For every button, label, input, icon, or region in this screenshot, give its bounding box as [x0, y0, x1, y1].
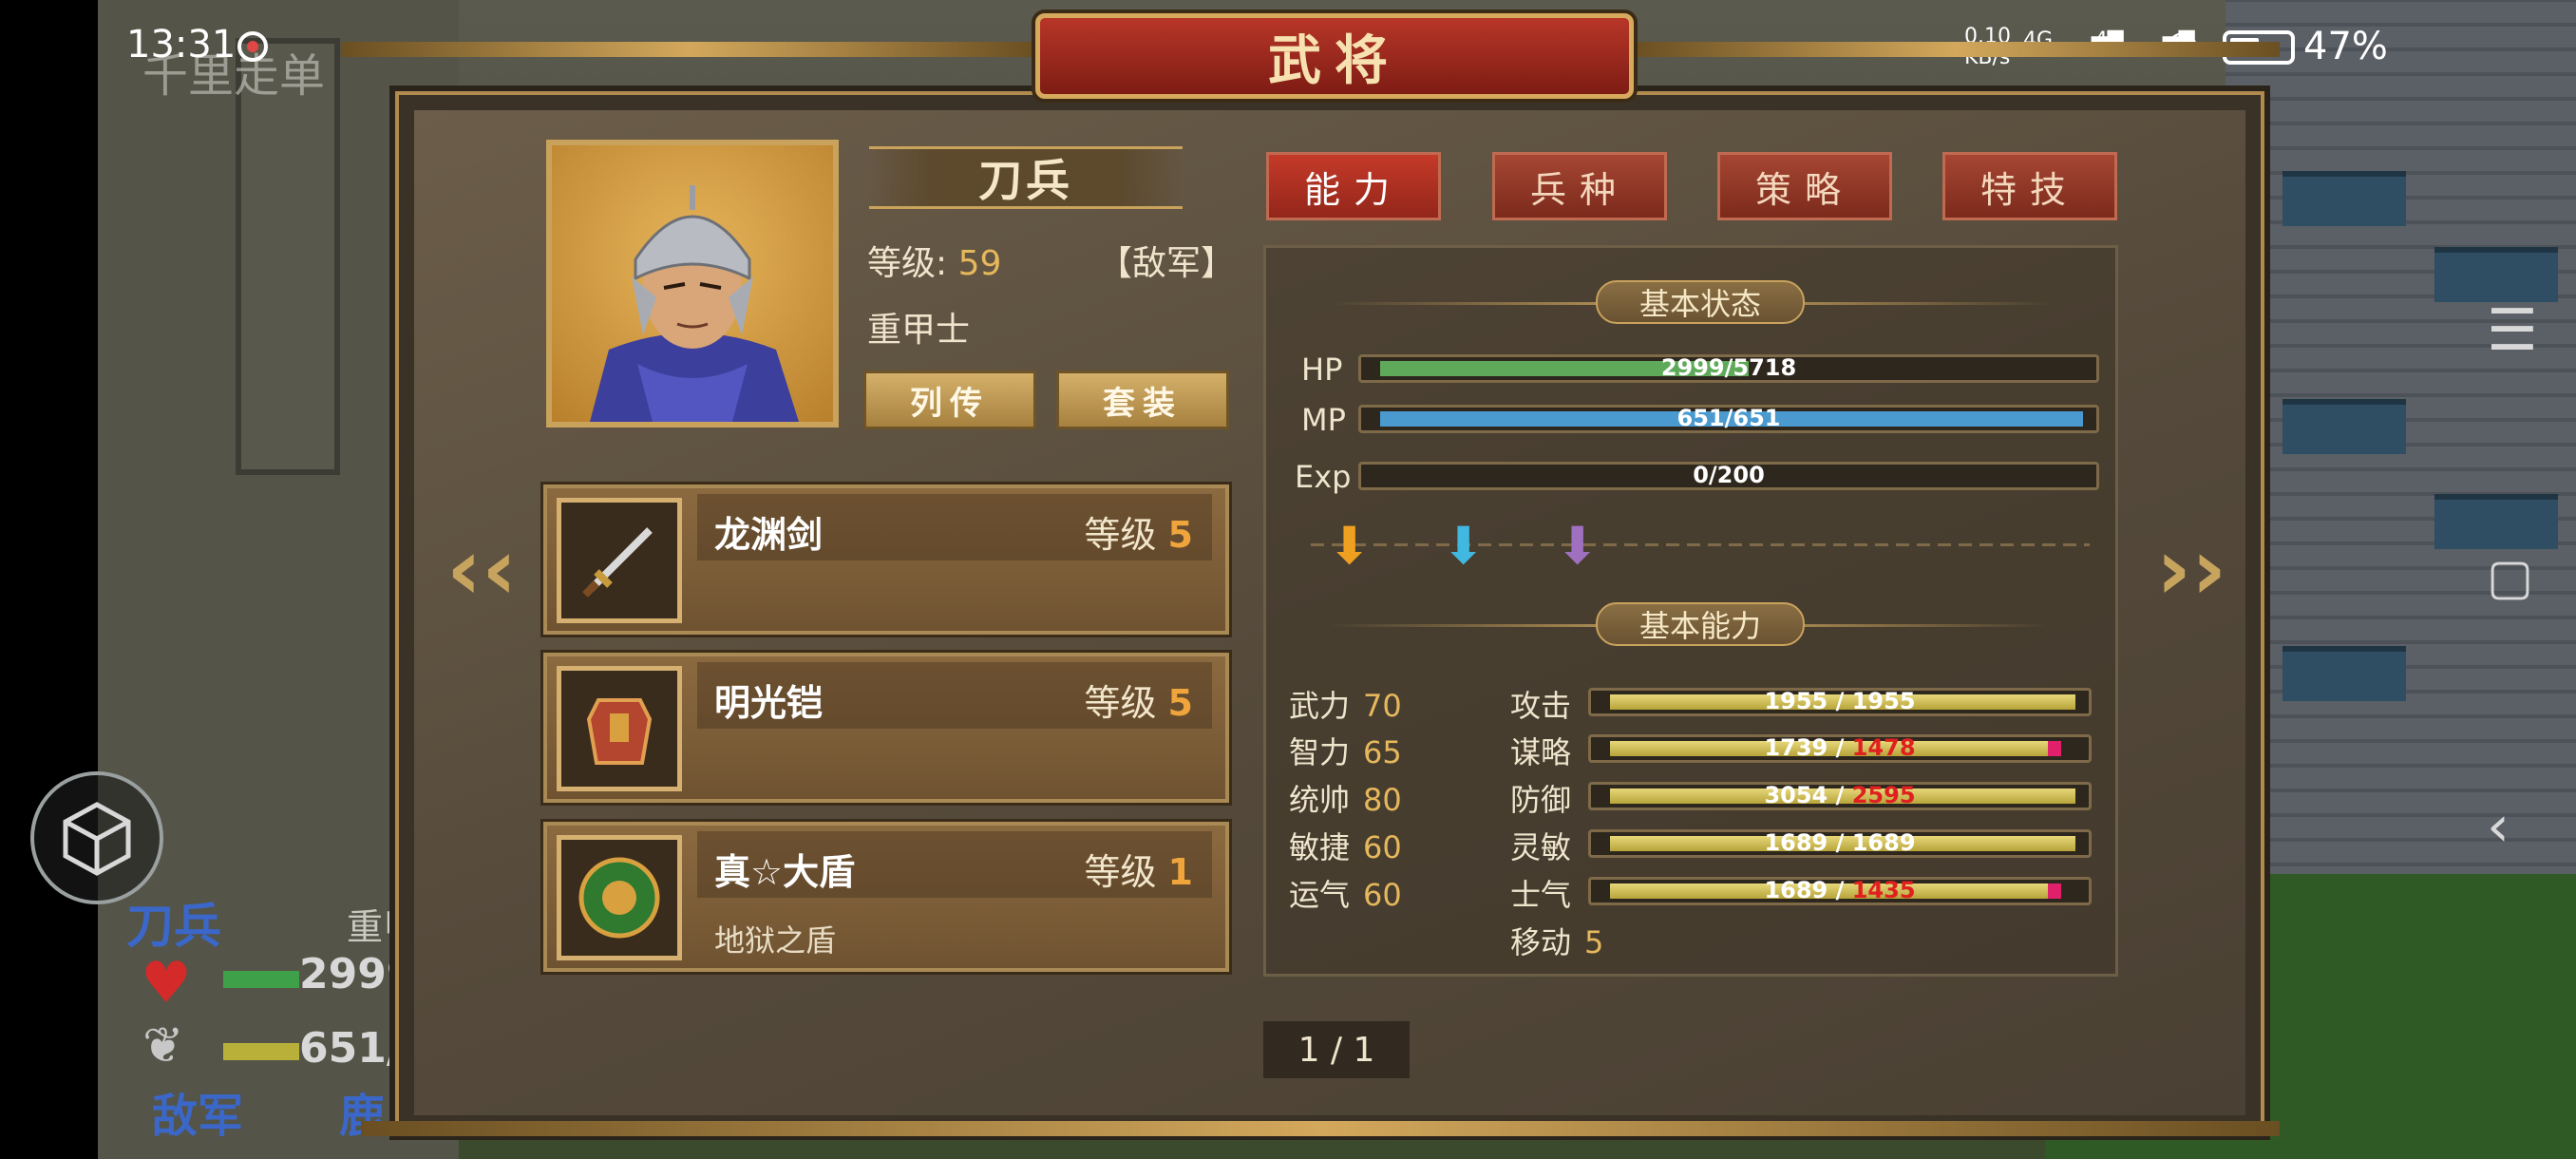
derived-stat-bar: 1689 / 1689 [1588, 829, 2092, 858]
equip-level: 等级 1 [1084, 851, 1193, 893]
attr-move: 移动 5 [1510, 924, 1604, 960]
hp-bar: 2999/5718 [1358, 354, 2099, 383]
derived-stat-bar: 1689 / 1435 [1588, 877, 2092, 905]
section-basic-ability: 基本能力 [1596, 602, 1805, 646]
derived-stat-text: 1689 / 1689 [1764, 829, 1916, 856]
derived-stat-text: 1689 / 1435 [1764, 877, 1916, 903]
title-wing-right [1634, 42, 2280, 57]
derived-stat-label: 谋略 [1510, 734, 1572, 770]
cyan-down-arrow-icon: ⬇ [1442, 516, 1486, 576]
equip-name: 真☆大盾 [714, 851, 856, 893]
hud-mp-bar [223, 1043, 299, 1060]
derived-stat-bar: 1739 / 1478 [1588, 734, 2092, 763]
derived-stat-bar: 3054 / 2595 [1588, 782, 2092, 810]
purple-down-arrow-icon: ⬇ [1556, 516, 1600, 576]
equip-slot-shield[interactable]: 真☆大盾 等级 1 地狱之盾 [543, 822, 1229, 972]
equip-subtitle: 地狱之盾 [714, 922, 837, 959]
derived-stat-text: 1955 / 1955 [1764, 688, 1916, 714]
bg-roof [2282, 399, 2406, 454]
derived-stat-text: 3054 / 2595 [1764, 782, 1916, 808]
next-arrow-icon[interactable]: ›› [2156, 527, 2226, 613]
derived-stat-label: 士气 [1510, 877, 1572, 913]
derived-stat-label: 防御 [1510, 782, 1572, 818]
hp-text: 2999/5718 [1660, 354, 1797, 381]
tab-strategy[interactable]: 策略 [1717, 152, 1892, 220]
hud-hp-bar [223, 971, 299, 988]
shield-icon [557, 835, 682, 960]
tab-skill[interactable]: 特技 [1942, 152, 2117, 220]
prev-arrow-icon[interactable]: ‹‹ [446, 527, 517, 613]
menu-icon[interactable]: ☰ [2487, 302, 2538, 359]
unit-class: 重甲士 [867, 311, 971, 350]
dialog-title: 武将 [1035, 13, 1634, 99]
bg-roof [2282, 646, 2406, 701]
section-basic-status: 基本状态 [1596, 280, 1805, 324]
attr-intellect: 智力 65 [1289, 734, 1402, 770]
menu-cube-button[interactable] [30, 771, 163, 904]
equip-name: 龙渊剑 [714, 514, 824, 556]
attr-agility: 敏捷 60 [1289, 829, 1402, 865]
biography-button[interactable]: 列传 [863, 370, 1036, 429]
attr-force: 武力 70 [1289, 688, 1402, 724]
bg-roof [2434, 494, 2558, 549]
equip-name: 明光铠 [714, 682, 824, 724]
buff-rail [1311, 543, 2090, 546]
unit-portrait [546, 140, 839, 428]
page-indicator: 1 / 1 [1263, 1021, 1410, 1078]
feather-icon: ❦ [142, 1017, 184, 1074]
derived-stat-label: 灵敏 [1510, 829, 1572, 865]
cube-icon [63, 802, 131, 876]
hud-unit-name: 刀兵 [126, 899, 221, 954]
mp-bar: 651/651 [1358, 405, 2099, 433]
title-wing-left [342, 42, 1035, 57]
bottom-rail [361, 1121, 2280, 1136]
bg-roof [2434, 247, 2558, 302]
exp-label: Exp [1295, 459, 1352, 495]
home-square-icon[interactable]: ▢ [2487, 553, 2533, 602]
unit-name-plate: 刀兵 [869, 146, 1183, 209]
soldier-portrait-icon [590, 185, 799, 422]
hp-label: HP [1301, 352, 1343, 388]
equipment-set-button[interactable]: 套装 [1056, 370, 1229, 429]
equip-slot-weapon[interactable]: 龙渊剑 等级 5 [543, 484, 1229, 635]
equip-slot-armor[interactable]: 明光铠 等级 5 [543, 653, 1229, 803]
attr-luck: 运气 60 [1289, 877, 1402, 913]
exp-text: 0/200 [1693, 462, 1765, 488]
heart-icon: ♥ [141, 950, 192, 1016]
mp-label: MP [1301, 402, 1346, 438]
hud-side-label: 敌军 [152, 1090, 244, 1143]
equip-level: 等级 5 [1084, 514, 1193, 556]
equip-level: 等级 5 [1084, 682, 1193, 724]
derived-stat-label: 攻击 [1510, 688, 1572, 724]
level-info: 等级: 59 [867, 244, 1002, 283]
faction-label: 【敌军】 [1098, 244, 1236, 283]
armor-icon [557, 666, 682, 791]
status-time: 13:31 [126, 23, 237, 66]
tab-ability[interactable]: 能力 [1266, 152, 1441, 220]
exp-bar: 0/200 [1358, 462, 2099, 490]
bg-roof [2282, 171, 2406, 226]
attr-command: 统帅 80 [1289, 782, 1402, 818]
level-value: 59 [957, 244, 1002, 283]
back-icon[interactable]: ‹ [2487, 798, 2510, 855]
derived-stat-bar: 1955 / 1955 [1588, 688, 2092, 716]
mp-text: 651/651 [1676, 405, 1781, 431]
battery-percent: 47% [2303, 25, 2388, 68]
tab-troop[interactable]: 兵种 [1492, 152, 1667, 220]
sword-icon [557, 498, 682, 623]
orange-down-arrow-icon: ⬇ [1328, 516, 1372, 576]
derived-stat-text: 1739 / 1478 [1764, 734, 1916, 761]
hud-mp-value: 651/ [299, 1024, 402, 1073]
record-icon [237, 31, 268, 62]
